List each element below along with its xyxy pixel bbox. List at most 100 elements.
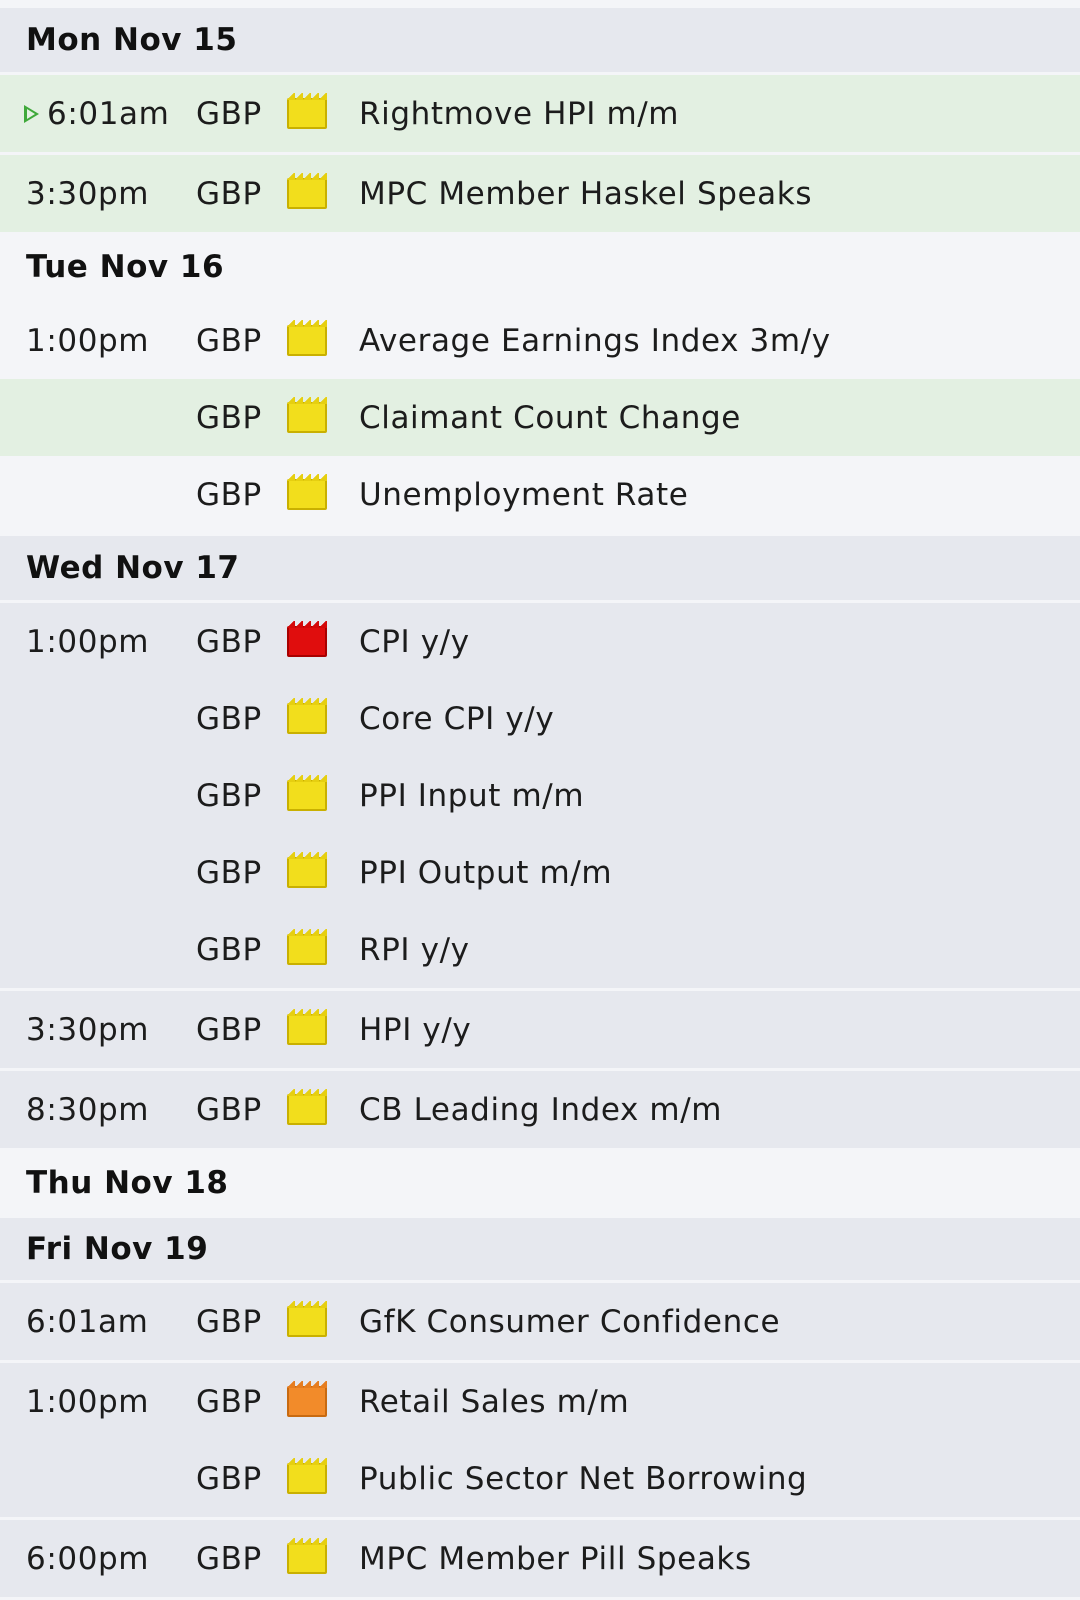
day-header: Wed Nov 17 <box>0 536 1080 603</box>
event-title[interactable]: Unemployment Rate <box>359 456 688 533</box>
event-time-text: 6:01am <box>47 95 170 132</box>
folder-icon <box>287 775 327 811</box>
impact-indicator[interactable] <box>287 1440 327 1517</box>
event-group: 3:30pm GBP MPC Member Haskel Speaks <box>0 155 1080 235</box>
event-row[interactable]: GBP Claimant Count Change <box>0 379 1080 456</box>
impact-indicator[interactable] <box>287 757 327 834</box>
event-title[interactable]: MPC Member Haskel Speaks <box>359 155 812 232</box>
event-row[interactable]: GBP PPI Output m/m <box>0 834 1080 911</box>
event-title[interactable]: CB Leading Index m/m <box>359 1071 722 1148</box>
event-time: 1:00pm <box>26 623 150 660</box>
event-currency: GBP <box>196 777 262 814</box>
event-time: 6:01am <box>26 1303 149 1340</box>
event-group: 1:00pm GBP Average Earnings Index 3m/y GBP C… <box>0 302 1080 536</box>
event-row[interactable]: 3:30pm GBP MPC Member Haskel Speaks <box>0 155 1080 232</box>
event-title[interactable]: MPC Member Pill Speaks <box>359 1520 752 1597</box>
folder-icon <box>287 1301 327 1337</box>
event-row[interactable]: GBP PPI Input m/m <box>0 757 1080 834</box>
days-container: Mon Nov 15 6:01am GBP Rightmove HPI m/m 3:30… <box>0 8 1080 1600</box>
impact-indicator[interactable] <box>287 75 327 152</box>
event-title[interactable]: Claimant Count Change <box>359 379 741 456</box>
impact-indicator[interactable] <box>287 911 327 988</box>
event-currency: GBP <box>196 1383 262 1420</box>
economic-calendar: Mon Nov 15 6:01am GBP Rightmove HPI m/m 3:30… <box>0 0 1080 1600</box>
event-title[interactable]: GfK Consumer Confidence <box>359 1283 780 1360</box>
folder-icon <box>287 93 327 129</box>
folder-icon <box>287 173 327 209</box>
event-currency: GBP <box>196 623 262 660</box>
impact-indicator[interactable] <box>287 991 327 1068</box>
event-currency: GBP <box>196 399 262 436</box>
event-currency: GBP <box>196 322 262 359</box>
event-title[interactable]: PPI Input m/m <box>359 757 584 834</box>
event-row[interactable]: 1:00pm GBP Average Earnings Index 3m/y <box>0 302 1080 379</box>
impact-indicator[interactable] <box>287 379 327 456</box>
event-title[interactable]: CPI y/y <box>359 603 470 680</box>
folder-icon <box>287 698 327 734</box>
folder-icon <box>287 474 327 510</box>
event-currency: GBP <box>196 476 262 513</box>
event-row[interactable]: GBP Core CPI y/y <box>0 680 1080 757</box>
event-row[interactable]: 3:30pm GBP HPI y/y <box>0 991 1080 1068</box>
impact-indicator[interactable] <box>287 603 327 680</box>
event-time: 1:00pm <box>26 1383 150 1420</box>
event-row[interactable]: GBP Unemployment Rate <box>0 456 1080 533</box>
event-title[interactable]: HPI y/y <box>359 991 471 1068</box>
impact-indicator[interactable] <box>287 680 327 757</box>
event-group: 3:30pm GBP HPI y/y <box>0 991 1080 1071</box>
event-row[interactable]: 6:00pm GBP MPC Member Pill Speaks <box>0 1520 1080 1597</box>
day-header: Fri Nov 19 <box>0 1218 1080 1283</box>
impact-indicator[interactable] <box>287 456 327 533</box>
event-time: 3:30pm <box>26 1011 150 1048</box>
day-header: Tue Nov 16 <box>0 235 1080 302</box>
day-header: Thu Nov 18 <box>0 1151 1080 1218</box>
event-title[interactable]: Average Earnings Index 3m/y <box>359 302 831 379</box>
impact-indicator[interactable] <box>287 834 327 911</box>
event-title[interactable]: Core CPI y/y <box>359 680 554 757</box>
impact-indicator[interactable] <box>287 1071 327 1148</box>
event-row[interactable]: 1:00pm GBP Retail Sales m/m <box>0 1363 1080 1440</box>
folder-icon <box>287 1089 327 1125</box>
event-currency: GBP <box>196 700 262 737</box>
event-title[interactable]: Rightmove HPI m/m <box>359 75 679 152</box>
event-time: 1:00pm <box>26 322 150 359</box>
top-strip <box>0 0 1080 8</box>
event-row[interactable]: 8:30pm GBP CB Leading Index m/m <box>0 1071 1080 1148</box>
event-currency: GBP <box>196 1540 262 1577</box>
event-group: 1:00pm GBP CPI y/y GBP Core CPI y/y GBP PPI In… <box>0 603 1080 991</box>
event-group: 6:00pm GBP MPC Member Pill Speaks <box>0 1520 1080 1600</box>
day-header: Mon Nov 15 <box>0 8 1080 75</box>
impact-indicator[interactable] <box>287 302 327 379</box>
event-currency: GBP <box>196 854 262 891</box>
impact-indicator[interactable] <box>287 155 327 232</box>
event-currency: GBP <box>196 931 262 968</box>
event-currency: GBP <box>196 1091 262 1128</box>
impact-indicator[interactable] <box>287 1363 327 1440</box>
event-currency: GBP <box>196 95 262 132</box>
impact-indicator[interactable] <box>287 1520 327 1597</box>
event-title[interactable]: Public Sector Net Borrowing <box>359 1440 807 1517</box>
event-time: 8:30pm <box>26 1091 150 1128</box>
impact-indicator[interactable] <box>287 1283 327 1360</box>
folder-icon <box>287 320 327 356</box>
event-row[interactable]: GBP Public Sector Net Borrowing <box>0 1440 1080 1517</box>
event-row[interactable]: 1:00pm GBP CPI y/y <box>0 603 1080 680</box>
folder-icon <box>287 621 327 657</box>
event-group: 1:00pm GBP Retail Sales m/m GBP Public Secto… <box>0 1363 1080 1520</box>
folder-icon <box>287 397 327 433</box>
event-title[interactable]: PPI Output m/m <box>359 834 612 911</box>
event-group: 6:01am GBP GfK Consumer Confidence <box>0 1283 1080 1363</box>
folder-icon <box>287 1381 327 1417</box>
event-currency: GBP <box>196 175 262 212</box>
folder-icon <box>287 929 327 965</box>
event-time: 6:00pm <box>26 1540 150 1577</box>
event-time: 3:30pm <box>26 175 150 212</box>
event-row[interactable]: 6:01am GBP GfK Consumer Confidence <box>0 1283 1080 1360</box>
folder-icon <box>287 1458 327 1494</box>
event-currency: GBP <box>196 1303 262 1340</box>
event-title[interactable]: RPI y/y <box>359 911 470 988</box>
event-row[interactable]: 6:01am GBP Rightmove HPI m/m <box>0 75 1080 152</box>
event-row[interactable]: GBP RPI y/y <box>0 911 1080 988</box>
event-title[interactable]: Retail Sales m/m <box>359 1363 629 1440</box>
folder-icon <box>287 1538 327 1574</box>
